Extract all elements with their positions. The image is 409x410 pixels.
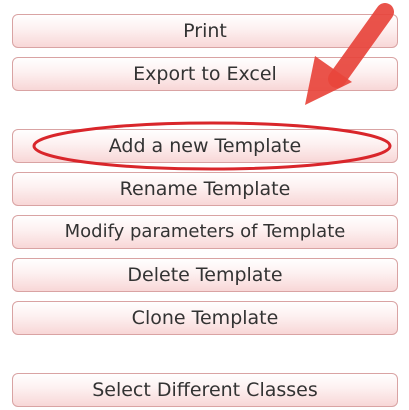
export-to-excel-button[interactable]: Export to Excel xyxy=(12,57,398,91)
delete-template-button[interactable]: Delete Template xyxy=(12,258,398,292)
print-button[interactable]: Print xyxy=(12,14,398,48)
modify-template-parameters-button[interactable]: Modify parameters of Template xyxy=(12,215,398,249)
clone-template-button[interactable]: Clone Template xyxy=(12,301,398,335)
select-different-classes-button[interactable]: Select Different Classes xyxy=(12,373,398,407)
rename-template-button[interactable]: Rename Template xyxy=(12,172,398,206)
add-new-template-button[interactable]: Add a new Template xyxy=(12,129,398,163)
